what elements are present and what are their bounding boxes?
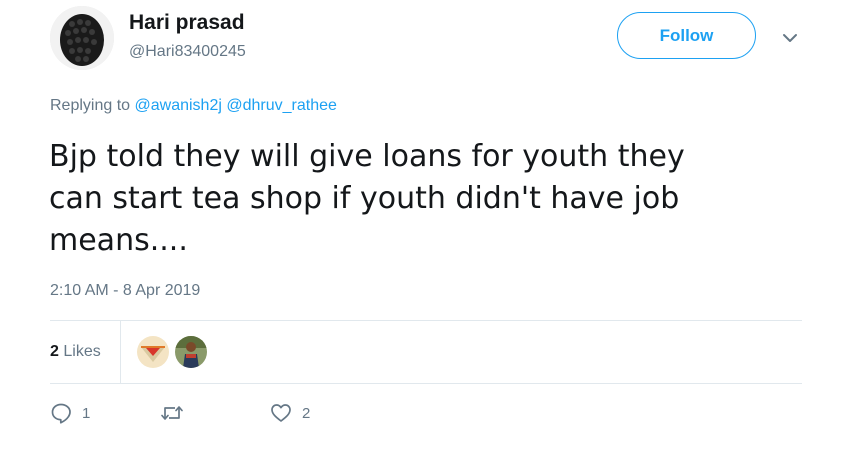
user-name[interactable]: Hari prasad (129, 11, 245, 35)
reply-icon[interactable] (50, 402, 72, 424)
like-action[interactable]: 2 (270, 402, 310, 424)
divider (120, 321, 121, 383)
retweet-action[interactable] (160, 402, 194, 424)
tweet-text: Bjp told they will give loans for youth … (49, 139, 685, 258)
reply-count: 1 (82, 404, 91, 422)
avatar[interactable] (50, 6, 114, 70)
mention-link[interactable]: @dhruv_rathee (226, 97, 337, 114)
reply-action[interactable]: 1 (50, 402, 90, 424)
mention-link[interactable]: @awanish2j (135, 97, 222, 114)
reply-prefix: Replying to (50, 97, 131, 114)
liker-avatar[interactable] (175, 336, 207, 368)
tweet-timestamp[interactable]: 2:10 AM - 8 Apr 2019 (50, 282, 200, 300)
likes-label: Likes (63, 343, 101, 360)
heart-icon[interactable] (270, 402, 292, 424)
retweet-icon[interactable] (160, 402, 184, 424)
liker-avatar[interactable] (137, 336, 169, 368)
divider (50, 383, 802, 384)
reply-context: Replying to @awanish2j @dhruv_rathee (50, 97, 337, 115)
likes-count: 2 (50, 343, 59, 360)
user-handle[interactable]: @Hari83400245 (129, 43, 246, 61)
like-count: 2 (302, 404, 311, 422)
chevron-down-icon[interactable] (780, 28, 800, 48)
follow-button[interactable]: Follow (617, 12, 756, 59)
divider (50, 320, 802, 321)
likes-stat[interactable]: 2 Likes (50, 343, 101, 361)
